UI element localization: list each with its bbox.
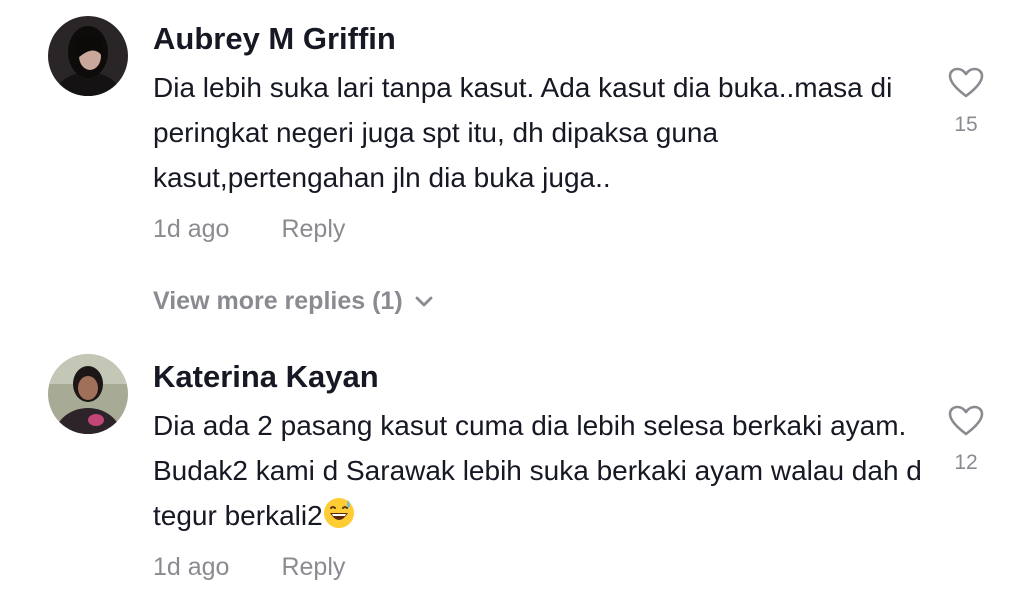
view-more-replies-label: View more replies (1): [153, 287, 403, 315]
view-more-replies-button[interactable]: View more replies (1): [153, 286, 433, 316]
like-button[interactable]: 12: [940, 405, 992, 475]
comment-username[interactable]: Katerina Kayan: [153, 357, 379, 397]
like-button[interactable]: 15: [940, 67, 992, 137]
like-count: 15: [954, 113, 978, 136]
comment-username[interactable]: Aubrey M Griffin: [153, 19, 396, 59]
reply-button[interactable]: Reply: [281, 215, 345, 243]
comment-text: Dia lebih suka lari tanpa kasut. Ada kas…: [153, 72, 893, 193]
chevron-down-icon: [415, 296, 433, 307]
comment-timestamp: 1d ago: [153, 215, 230, 243]
user-avatar-icon: [48, 16, 128, 96]
like-count: 12: [954, 451, 978, 474]
user-avatar-icon: [48, 354, 128, 434]
grinning-sweat-emoji-icon: 😅: [323, 497, 355, 529]
reply-button[interactable]: Reply: [281, 553, 345, 581]
comment-timestamp: 1d ago: [153, 553, 230, 581]
comment-meta: 1d ago Reply: [153, 214, 345, 244]
comment-text-body: Dia ada 2 pasang kasut cuma dia lebih se…: [153, 410, 922, 531]
comment-meta: 1d ago Reply: [153, 552, 345, 582]
avatar[interactable]: [48, 354, 128, 434]
comment-text: Dia ada 2 pasang kasut cuma dia lebih se…: [153, 403, 923, 538]
heart-icon: [948, 67, 984, 98]
heart-icon: [948, 405, 984, 436]
avatar[interactable]: [48, 16, 128, 96]
